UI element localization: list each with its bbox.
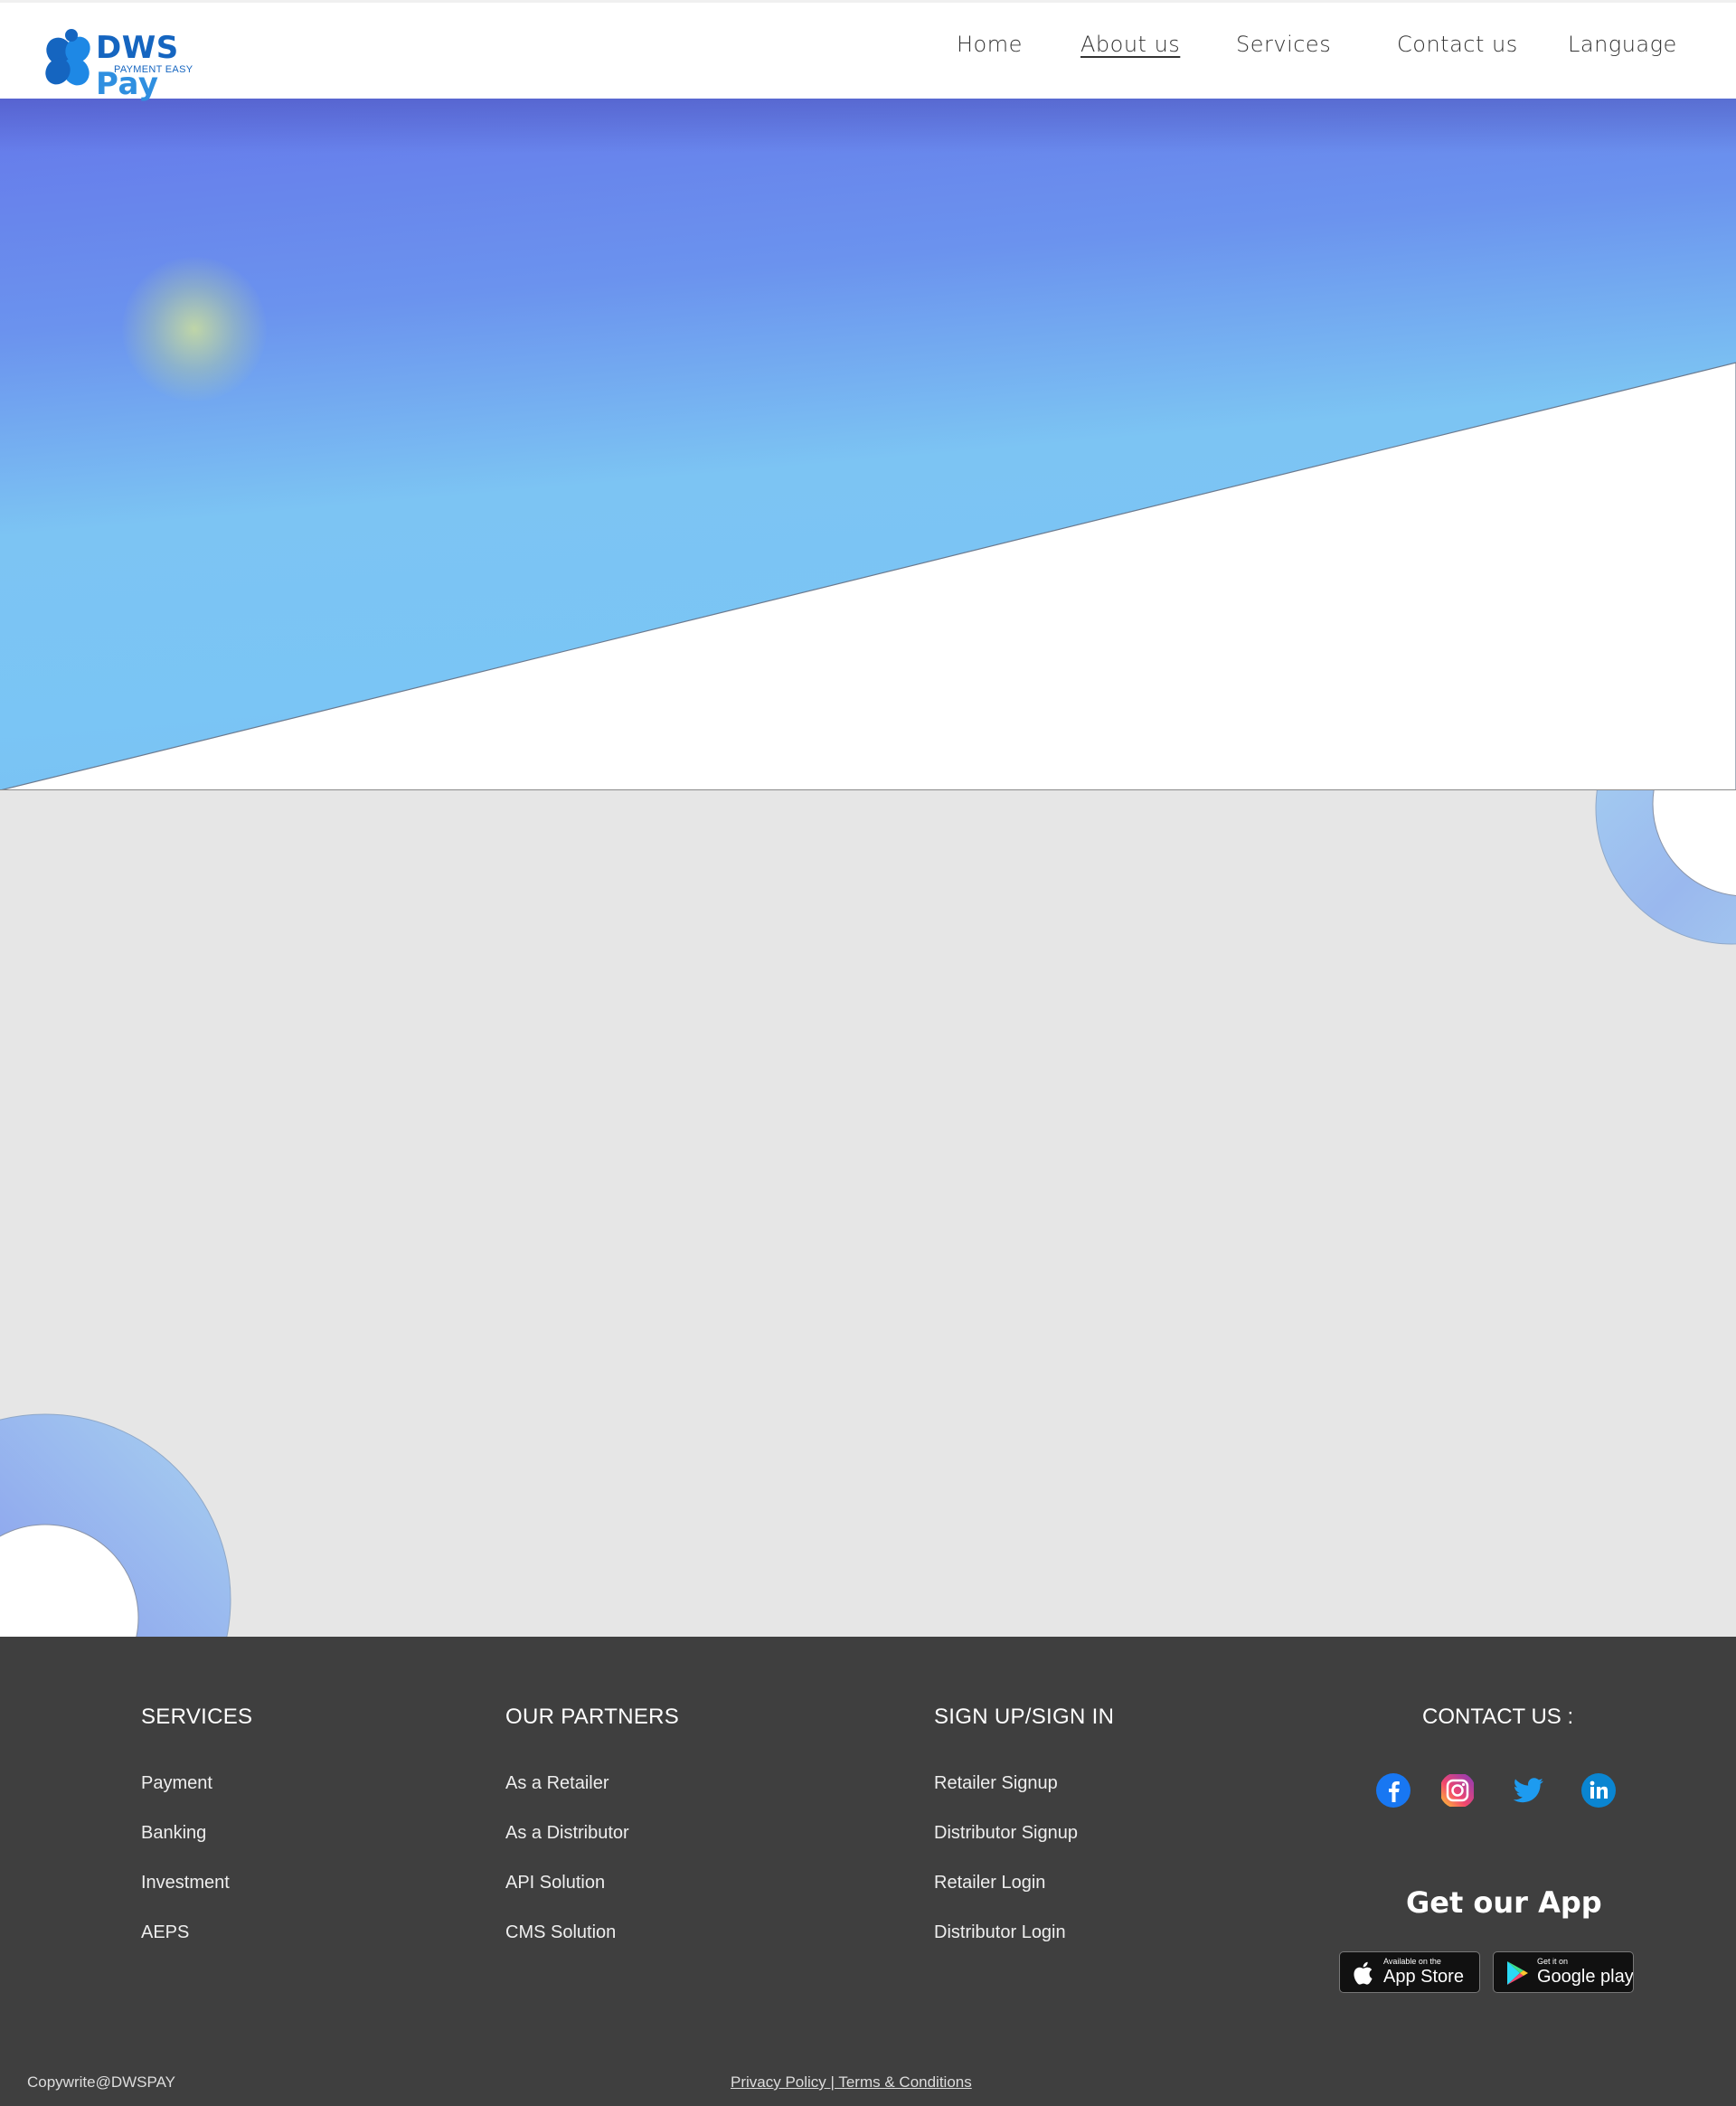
google-play-big-text: Google play [1537, 1967, 1634, 1987]
google-play-icon [1507, 1961, 1528, 1985]
ring-decoration-top-right [1595, 790, 1736, 945]
footer-col-services: SERVICES Payment Banking Investment AEPS [141, 1705, 252, 1972]
footer-col-signup: SIGN UP/SIGN IN Retailer Signup Distribu… [934, 1705, 1114, 1972]
facebook-icon[interactable] [1375, 1772, 1411, 1809]
footer-link-banking[interactable]: Banking [141, 1823, 252, 1844]
brand-tagline: PAYMENT EASY [114, 64, 193, 75]
footer-link-api-solution[interactable]: API Solution [505, 1873, 679, 1894]
ring-decoration-bottom-left [0, 1413, 231, 1637]
brand-logo[interactable]: DWS Pay PAYMENT EASY [43, 28, 242, 102]
footer-col-partners: OUR PARTNERS As a Retailer As a Distribu… [505, 1705, 679, 1972]
footer-contact-title: CONTACT US : [1422, 1705, 1574, 1729]
footer-services-title: SERVICES [141, 1705, 253, 1729]
footer-link-aeps[interactable]: AEPS [141, 1922, 252, 1943]
footer-link-distributor[interactable]: As a Distributor [505, 1823, 679, 1844]
content-area [0, 790, 1736, 1637]
footer-link-distributor-signup[interactable]: Distributor Signup [934, 1823, 1114, 1844]
nav-home[interactable]: Home [957, 32, 1023, 57]
logo-mark-icon [45, 29, 90, 86]
google-play-button[interactable]: Get it on Google play [1493, 1951, 1634, 1993]
footer-signup-title: SIGN UP/SIGN IN [934, 1705, 1115, 1729]
app-store-small-text: Available on the [1383, 1957, 1441, 1966]
twitter-icon[interactable] [1510, 1772, 1546, 1809]
nav-services[interactable]: Services [1236, 32, 1331, 57]
copyright-text: Copywrite@DWSPAY [27, 2073, 175, 2091]
footer-link-retailer-signup[interactable]: Retailer Signup [934, 1773, 1114, 1794]
footer-link-payment[interactable]: Payment [141, 1773, 252, 1794]
site-header: DWS Pay PAYMENT EASY Home About us Servi… [0, 0, 1736, 102]
footer-link-investment[interactable]: Investment [141, 1873, 252, 1894]
app-store-big-text: App Store [1383, 1967, 1464, 1987]
brand-name-part1: DWS [96, 30, 179, 66]
app-store-button[interactable]: Available on the App Store [1339, 1951, 1480, 1993]
instagram-icon[interactable] [1439, 1772, 1476, 1809]
hero-banner [0, 99, 1736, 790]
nav-about-us[interactable]: About us [1080, 32, 1180, 57]
apple-icon [1354, 1961, 1373, 1985]
footer-link-retailer-login[interactable]: Retailer Login [934, 1873, 1114, 1894]
footer-link-distributor-login[interactable]: Distributor Login [934, 1922, 1114, 1943]
footer-partners-title: OUR PARTNERS [505, 1705, 680, 1729]
footer-link-cms-solution[interactable]: CMS Solution [505, 1922, 679, 1943]
hero-white-wedge [0, 362, 1736, 790]
nav-language[interactable]: Language [1568, 32, 1677, 57]
google-play-small-text: Get it on [1537, 1957, 1569, 1966]
site-footer: SERVICES Payment Banking Investment AEPS… [0, 1637, 1736, 2106]
get-app-title: Get our App [1406, 1885, 1602, 1920]
nav-contact-us[interactable]: Contact us [1397, 32, 1518, 57]
privacy-terms-link[interactable]: Privacy Policy | Terms & Conditions [731, 2073, 972, 2092]
linkedin-icon[interactable] [1580, 1772, 1617, 1809]
footer-link-retailer[interactable]: As a Retailer [505, 1773, 679, 1794]
